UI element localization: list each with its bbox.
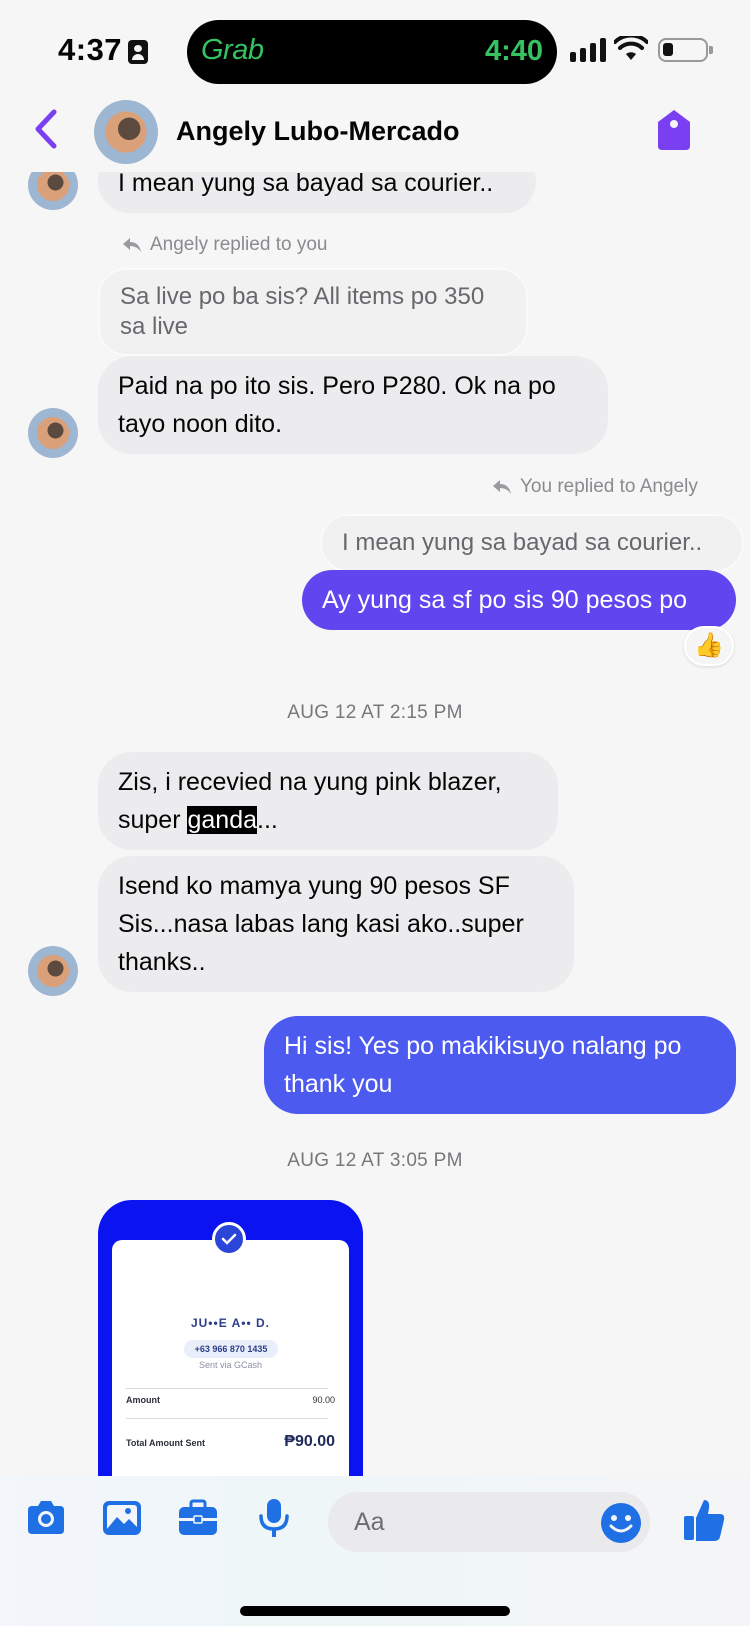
gcash-receipt-image[interactable]: JU••E A•• D. +63 966 870 1435 Sent via G… xyxy=(98,1200,363,1476)
reply-label-text: You replied to Angely xyxy=(520,476,698,497)
outgoing-message[interactable]: Ay yung sa sf po sis 90 pesos po xyxy=(302,570,736,630)
island-app-label: Grab xyxy=(201,34,264,66)
contact-card-icon xyxy=(128,40,148,64)
status-time: 4:37 xyxy=(58,32,123,67)
reply-label: Angely replied to you xyxy=(122,234,327,256)
incoming-message[interactable]: Zis, i recevied na yung pink blazer, sup… xyxy=(98,752,558,850)
tag-icon[interactable] xyxy=(656,108,692,152)
reply-label: You replied to Angely xyxy=(492,476,698,498)
highlighted-text[interactable]: ganda xyxy=(187,806,258,834)
contact-avatar[interactable] xyxy=(94,100,158,164)
camera-icon[interactable] xyxy=(24,1496,68,1540)
dynamic-island[interactable]: Grab 4:40 xyxy=(187,20,557,84)
sender-avatar xyxy=(28,946,78,996)
battery-icon xyxy=(658,38,713,62)
receipt-amount-value: 90.00 xyxy=(312,1395,335,1405)
divider xyxy=(126,1418,328,1419)
message-text: Zis, i recevied na yung pink blazer, sup… xyxy=(118,768,502,834)
quoted-message[interactable]: Sa live po ba sis? All items po 350 sa l… xyxy=(98,268,528,356)
briefcase-icon[interactable] xyxy=(176,1496,220,1540)
outgoing-message[interactable]: Hi sis! Yes po makikisuyo nalang po than… xyxy=(264,1016,736,1114)
receipt-recipient-name: JU••E A•• D. xyxy=(190,1316,271,1330)
message-composer xyxy=(0,1476,750,1626)
reply-arrow-icon xyxy=(123,238,141,252)
quoted-message[interactable]: I mean yung sa bayad sa courier.. xyxy=(320,514,744,572)
emoji-icon[interactable] xyxy=(600,1502,642,1544)
cellular-signal-icon xyxy=(570,38,606,62)
receipt-total-value: ₱90.00 xyxy=(284,1433,335,1450)
timestamp: AUG 12 AT 3:05 PM xyxy=(287,1150,463,1171)
sender-avatar xyxy=(28,172,78,210)
gallery-icon[interactable] xyxy=(100,1496,144,1540)
reply-arrow-icon xyxy=(493,480,511,494)
microphone-icon[interactable] xyxy=(252,1496,296,1540)
message-list[interactable]: I mean yung sa bayad sa courier.. Angely… xyxy=(0,172,750,1476)
thumbs-up-reaction[interactable]: 👍 xyxy=(684,626,734,666)
message-text: ... xyxy=(257,806,278,834)
message-input[interactable] xyxy=(354,1504,574,1540)
sender-avatar xyxy=(28,408,78,458)
incoming-message[interactable]: Paid na po ito sis. Pero P280. Ok na po … xyxy=(98,356,608,454)
receipt-phone: +63 966 870 1435 xyxy=(184,1340,278,1358)
reply-label-text: Angely replied to you xyxy=(150,234,328,255)
receipt-card: JU••E A•• D. +63 966 870 1435 Sent via G… xyxy=(112,1240,349,1476)
receipt-total-label: Total Amount Sent xyxy=(126,1438,205,1448)
receipt-via: Sent via GCash xyxy=(198,1360,263,1370)
home-indicator[interactable] xyxy=(240,1606,510,1616)
island-time: 4:40 xyxy=(484,35,543,67)
incoming-message[interactable]: Isend ko mamya yung 90 pesos SF Sis...na… xyxy=(98,856,574,992)
check-icon xyxy=(212,1222,246,1256)
contact-name[interactable]: Angely Lubo-Mercado xyxy=(176,116,460,147)
receipt-amount-label: Amount xyxy=(126,1395,160,1405)
timestamp: AUG 12 AT 2:15 PM xyxy=(287,702,463,723)
divider xyxy=(126,1388,328,1389)
wifi-icon xyxy=(614,36,648,60)
back-chevron-icon[interactable] xyxy=(30,108,64,150)
chat-header: Angely Lubo-Mercado xyxy=(0,96,750,172)
incoming-message[interactable]: I mean yung sa bayad sa courier.. xyxy=(98,172,536,213)
like-thumbs-up-icon[interactable] xyxy=(682,1496,726,1544)
status-bar: 4:37 Grab 4:40 xyxy=(0,0,750,96)
